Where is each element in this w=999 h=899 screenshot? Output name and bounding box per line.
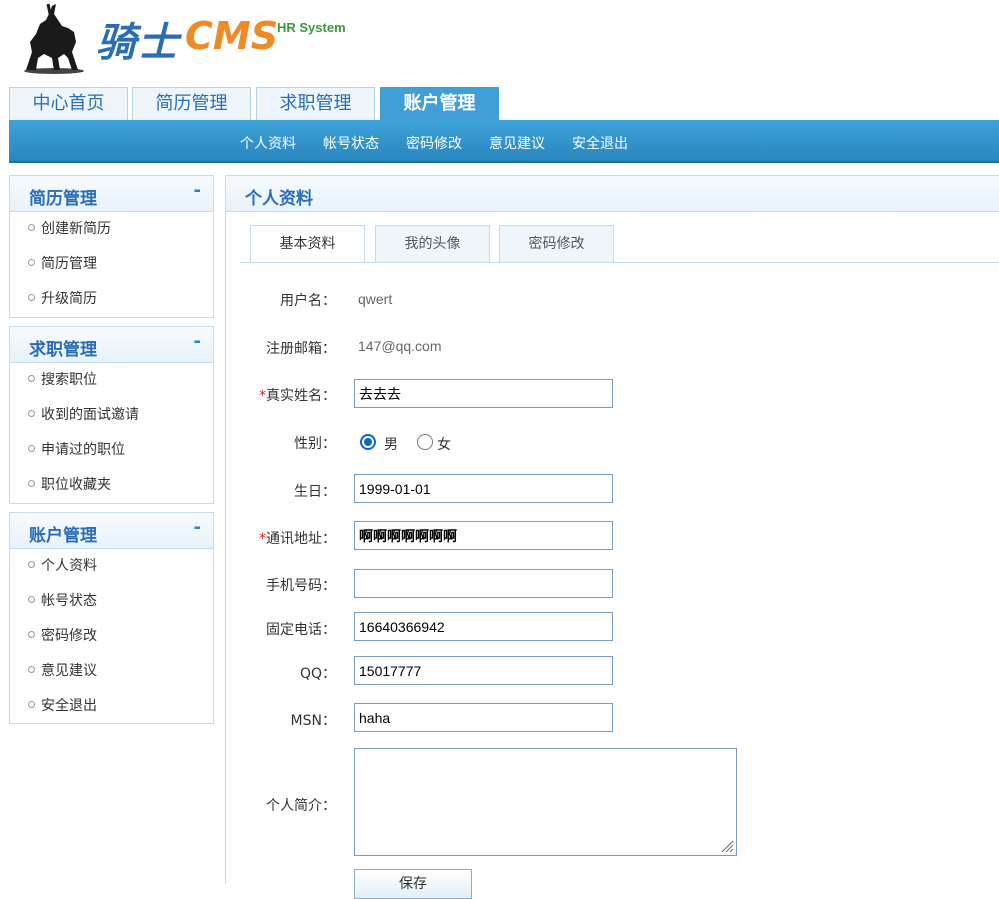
tab-avatar[interactable]: 我的头像 [375,225,490,262]
save-button[interactable]: 保存 [354,869,472,899]
content-panel: 个人资料 基本资料 我的头像 密码修改 用户名： qwert 注册邮箱： 147… [225,175,999,899]
bullet-icon [28,444,35,452]
sidebar-group-resume: 简历管理 - 创建新简历 简历管理 升级简历 [9,175,214,318]
sub-nav-bar: 个人资料 帐号状态 密码修改 意见建议 安全退出 [9,120,999,163]
address-label: *通讯地址： [259,531,336,547]
sidebar-group-header: 简历管理 - [10,176,213,212]
sidebar-group-title: 简历管理 [29,189,97,209]
bullet-icon [28,595,35,603]
mobile-label: 手机号码： [266,578,336,594]
page-title: 个人资料 [245,189,313,209]
subnav-logout[interactable]: 安全退出 [572,133,628,153]
gender-female-radio[interactable] [417,434,433,450]
logo-tagline: HR System [277,20,346,35]
birthday-field[interactable] [354,474,613,503]
sidebar-item-resume-manage[interactable]: 简历管理 [10,247,213,282]
sidebar-item-profile[interactable]: 个人资料 [10,549,213,584]
sidebar-group-title: 求职管理 [29,340,97,360]
sidebar-group-job: 求职管理 - 搜索职位 收到的面试邀请 申请过的职位 职位收藏夹 [9,326,214,504]
realname-field[interactable] [354,379,613,408]
subnav-account-status[interactable]: 帐号状态 [323,133,379,153]
username-label: 用户名： [280,293,336,309]
qq-field[interactable] [354,656,613,685]
subnav-password[interactable]: 密码修改 [406,133,462,153]
header: 骑士 CMS HR System [0,0,999,88]
main-tab-home[interactable]: 中心首页 [9,87,128,120]
sidebar-item-search-job[interactable]: 搜索职位 [10,363,213,398]
bullet-icon [28,630,35,638]
email-label: 注册邮箱： [266,341,336,357]
gender-label: 性别： [294,436,336,452]
sidebar-item-applied-jobs[interactable]: 申请过的职位 [10,433,213,468]
mobile-field[interactable] [354,569,613,598]
gender-female-label: 女 [437,437,451,453]
logo-text-cn: 骑士 [96,20,180,66]
sidebar-item-interviews[interactable]: 收到的面试邀请 [10,398,213,433]
bullet-icon [28,293,35,301]
subnav-profile[interactable]: 个人资料 [240,133,296,153]
sidebar-group-account: 账户管理 - 个人资料 帐号状态 密码修改 意见建议 安全退出 [9,512,214,724]
gender-male-label: 男 [384,437,398,453]
required-marker: * [259,388,266,404]
email-value: 147@qq.com [358,338,442,354]
main-tab-job[interactable]: 求职管理 [256,87,375,120]
bullet-icon [28,258,35,266]
realname-label: *真实姓名： [259,388,336,404]
logo-text-cms: CMS [185,14,279,58]
sidebar-item-create-resume[interactable]: 创建新简历 [10,212,213,247]
bullet-icon [28,700,35,708]
resize-grip-icon[interactable] [720,839,734,853]
sidebar-group-header: 账户管理 - [10,513,213,549]
sidebar-item-account-status[interactable]: 帐号状态 [10,584,213,619]
bullet-icon [28,479,35,487]
collapse-icon[interactable]: - [194,517,201,538]
sidebar-item-password[interactable]: 密码修改 [10,619,213,654]
required-marker: * [259,531,266,547]
bullet-icon [28,223,35,231]
phone-field[interactable] [354,612,613,641]
username-value: qwert [358,291,393,307]
qq-label: QQ： [299,666,336,682]
msn-label: MSN： [290,713,336,729]
intro-label: 个人简介： [266,798,336,814]
sidebar-item-feedback[interactable]: 意见建议 [10,654,213,689]
sidebar-item-logout[interactable]: 安全退出 [10,689,213,724]
tab-password[interactable]: 密码修改 [499,225,614,262]
subnav-feedback[interactable]: 意见建议 [489,133,545,153]
collapse-icon[interactable]: - [194,331,201,352]
sidebar-item-upgrade-resume[interactable]: 升级简历 [10,282,213,317]
content-header [226,176,999,212]
tab-basic-info[interactable]: 基本资料 [250,225,365,263]
bullet-icon [28,560,35,568]
phone-label: 固定电话： [266,622,336,638]
address-field[interactable] [354,521,613,550]
bullet-icon [28,665,35,673]
gender-male-radio[interactable] [360,434,376,450]
sidebar-group-title: 账户管理 [29,526,97,546]
main-tab-account[interactable]: 账户管理 [380,87,499,120]
collapse-icon[interactable]: - [194,180,201,201]
sidebar-group-header: 求职管理 - [10,327,213,363]
msn-field[interactable] [354,703,613,732]
main-tab-resume[interactable]: 简历管理 [132,87,251,120]
bullet-icon [28,409,35,417]
birthday-label: 生日： [294,484,336,500]
bullet-icon [28,374,35,382]
tab-divider [240,262,999,263]
sidebar-item-favorites[interactable]: 职位收藏夹 [10,468,213,503]
intro-textarea[interactable] [354,748,737,856]
knight-horse-logo-icon [24,3,84,74]
